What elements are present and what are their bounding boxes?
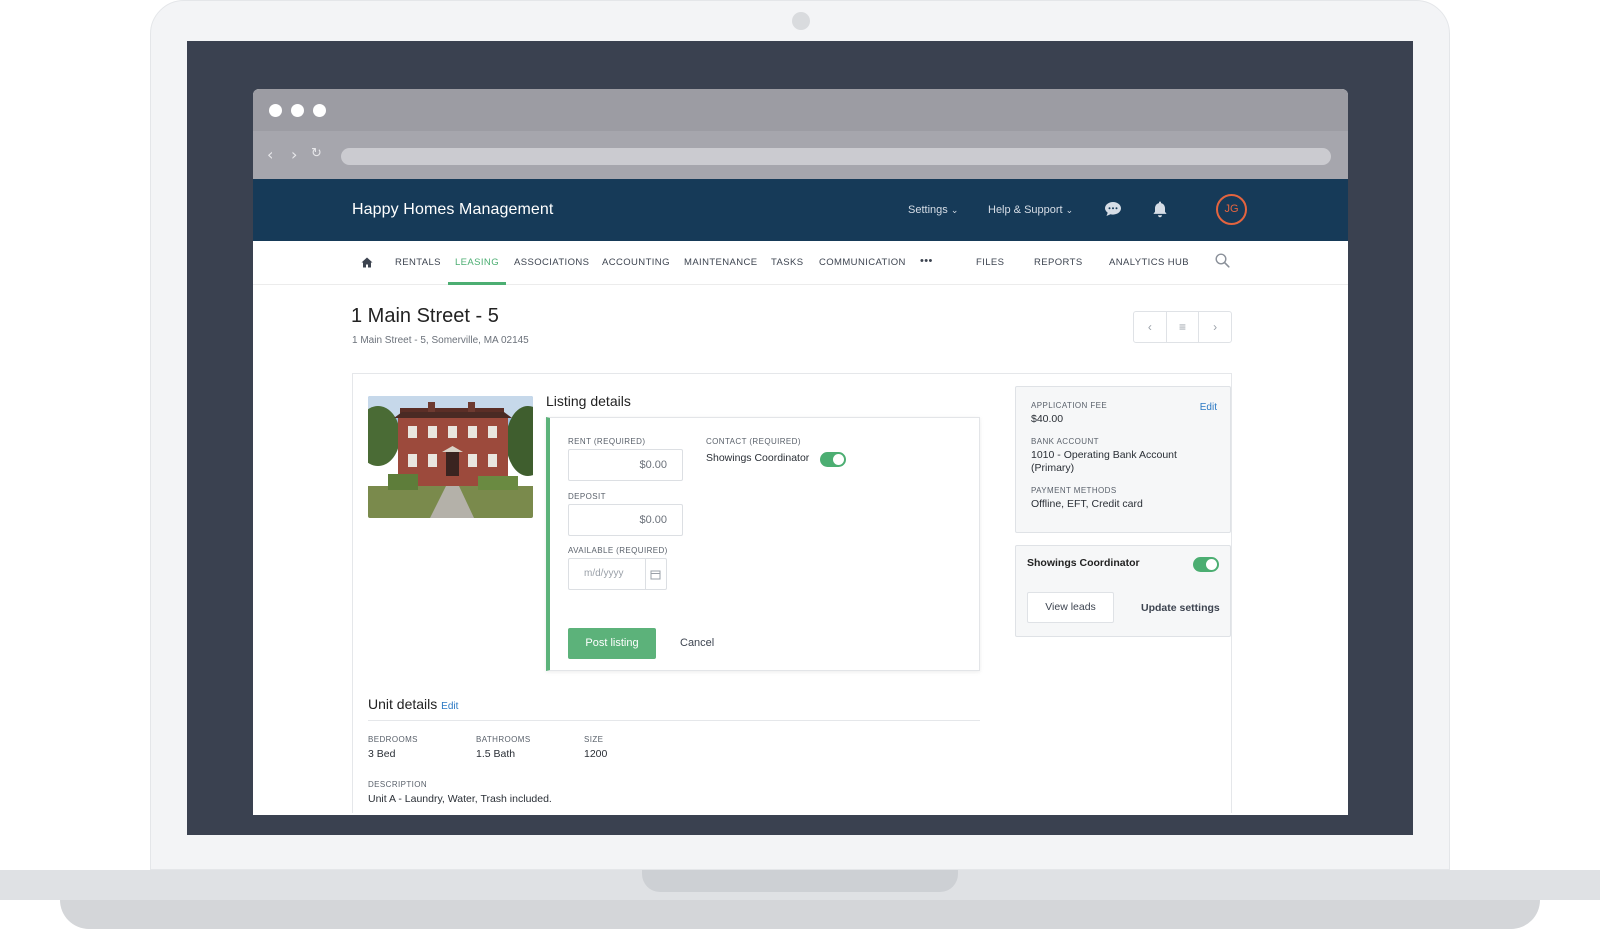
unit-edit-link[interactable]: Edit	[441, 701, 458, 712]
rent-label: RENT (REQUIRED)	[568, 437, 646, 446]
description-label: DESCRIPTION	[368, 780, 428, 789]
deposit-input[interactable]: $0.00	[568, 504, 683, 536]
window-maximize-dot[interactable]	[313, 104, 326, 117]
nav-associations[interactable]: ASSOCIATIONS	[514, 257, 589, 268]
reload-icon[interactable]: ↻	[311, 146, 322, 161]
application-fee-value: $40.00	[1031, 413, 1064, 425]
brand-name[interactable]: Happy Homes Management	[352, 201, 553, 219]
post-listing-button[interactable]: Post listing	[568, 628, 656, 659]
window-close-dot[interactable]	[269, 104, 282, 117]
help-support-menu[interactable]: Help & Support ⌄	[988, 204, 1073, 216]
home-icon[interactable]	[361, 257, 373, 268]
bell-icon[interactable]	[1151, 200, 1169, 218]
laptop-notch	[642, 870, 958, 892]
chevron-down-icon: ⌄	[950, 205, 959, 215]
next-record-icon[interactable]: ›	[1199, 312, 1231, 342]
nav-files[interactable]: FILES	[976, 257, 1004, 268]
bathrooms-value: 1.5 Bath	[476, 748, 516, 760]
nav-accounting[interactable]: ACCOUNTING	[602, 257, 670, 268]
window-minimize-dot[interactable]	[291, 104, 304, 117]
listing-details-title: Listing details	[546, 393, 631, 409]
unit-details-label: Unit details	[368, 696, 438, 712]
size-value: 1200	[584, 748, 608, 760]
date-placeholder: m/d/yyyy	[584, 568, 624, 579]
nav-analytics-hub[interactable]: ANALYTICS HUB	[1109, 257, 1189, 268]
showings-coordinator-panel: Showings Coordinator View leads Update s…	[1015, 545, 1231, 637]
payment-methods-label: PAYMENT METHODS	[1031, 486, 1117, 495]
nav-rentals[interactable]: RENTALS	[395, 257, 441, 268]
size-label: SIZE	[584, 735, 604, 744]
cancel-button[interactable]: Cancel	[680, 637, 714, 649]
bathrooms-label: BATHROOMS	[476, 735, 531, 744]
property-photo	[368, 396, 533, 518]
calendar-icon[interactable]	[650, 569, 661, 580]
help-support-label: Help & Support	[988, 204, 1063, 216]
unit-details-title: Unit details Edit	[368, 696, 458, 712]
back-icon[interactable]: ‹	[267, 145, 273, 164]
available-date-field[interactable]: m/d/yyyy	[568, 558, 667, 590]
chevron-down-icon: ⌄	[1065, 205, 1074, 215]
update-settings-button[interactable]: Update settings	[1141, 602, 1220, 614]
listing-form: RENT (REQUIRED) $0.00 DEPOSIT $0.00 AVAI…	[546, 417, 980, 671]
more-icon[interactable]: •••	[920, 255, 933, 267]
user-avatar[interactable]: JG	[1216, 194, 1247, 225]
list-icon[interactable]: ≡	[1167, 312, 1200, 342]
nav-communication[interactable]: COMMUNICATION	[819, 257, 906, 268]
bedrooms-label: BEDROOMS	[368, 735, 418, 744]
chat-icon[interactable]	[1104, 200, 1122, 218]
view-leads-button[interactable]: View leads	[1027, 592, 1114, 623]
application-fee-label: APPLICATION FEE	[1031, 401, 1108, 410]
url-bar[interactable]	[341, 148, 1331, 165]
bedrooms-value: 3 Bed	[368, 748, 396, 760]
page-subtitle: 1 Main Street - 5, Somerville, MA 02145	[352, 335, 529, 346]
bank-account-value: 1010 - Operating Bank Account (Primary)	[1031, 449, 1177, 474]
nav-maintenance[interactable]: MAINTENANCE	[684, 257, 758, 268]
browser-titlebar	[253, 89, 1348, 131]
record-pager: ‹ ≡ ›	[1133, 311, 1232, 343]
nav-reports[interactable]: REPORTS	[1034, 257, 1083, 268]
application-fee-panel: APPLICATION FEE Edit $40.00 BANK ACCOUNT…	[1015, 386, 1231, 533]
app-header: Happy Homes Management Settings ⌄ Help &…	[253, 179, 1348, 241]
showings-coordinator-title: Showings Coordinator	[1027, 557, 1140, 569]
forward-icon[interactable]: ›	[291, 145, 297, 164]
deposit-label: DEPOSIT	[568, 492, 606, 501]
active-tab-indicator	[448, 282, 506, 285]
description-value: Unit A - Laundry, Water, Trash included.	[368, 793, 552, 805]
showings-toggle[interactable]	[1193, 557, 1219, 572]
browser-window: ‹ › ↻ Happy Homes Management Settings ⌄ …	[253, 89, 1348, 815]
settings-label: Settings	[908, 204, 948, 216]
nav-leasing[interactable]: LEASING	[455, 257, 499, 268]
rent-input[interactable]: $0.00	[568, 449, 683, 481]
divider	[368, 720, 980, 721]
main-nav: RENTALS LEASING ASSOCIATIONS ACCOUNTING …	[253, 241, 1348, 285]
fees-edit-link[interactable]: Edit	[1200, 402, 1217, 413]
bank-account-label: BANK ACCOUNT	[1031, 437, 1099, 446]
nav-tasks[interactable]: TASKS	[771, 257, 803, 268]
available-label: AVAILABLE (REQUIRED)	[568, 546, 668, 555]
browser-toolbar: ‹ › ↻	[253, 131, 1348, 179]
date-divider	[645, 559, 646, 589]
settings-menu[interactable]: Settings ⌄	[908, 204, 958, 216]
page-title: 1 Main Street - 5	[351, 305, 499, 327]
contact-label: CONTACT (REQUIRED)	[706, 437, 801, 446]
previous-record-icon[interactable]: ‹	[1134, 312, 1167, 342]
search-icon[interactable]	[1215, 253, 1230, 268]
payment-methods-value: Offline, EFT, Credit card	[1031, 498, 1143, 510]
contact-value: Showings Coordinator	[706, 452, 810, 464]
contact-toggle[interactable]	[820, 452, 846, 467]
laptop-base-lower	[60, 900, 1540, 929]
camera-dot	[792, 12, 810, 30]
